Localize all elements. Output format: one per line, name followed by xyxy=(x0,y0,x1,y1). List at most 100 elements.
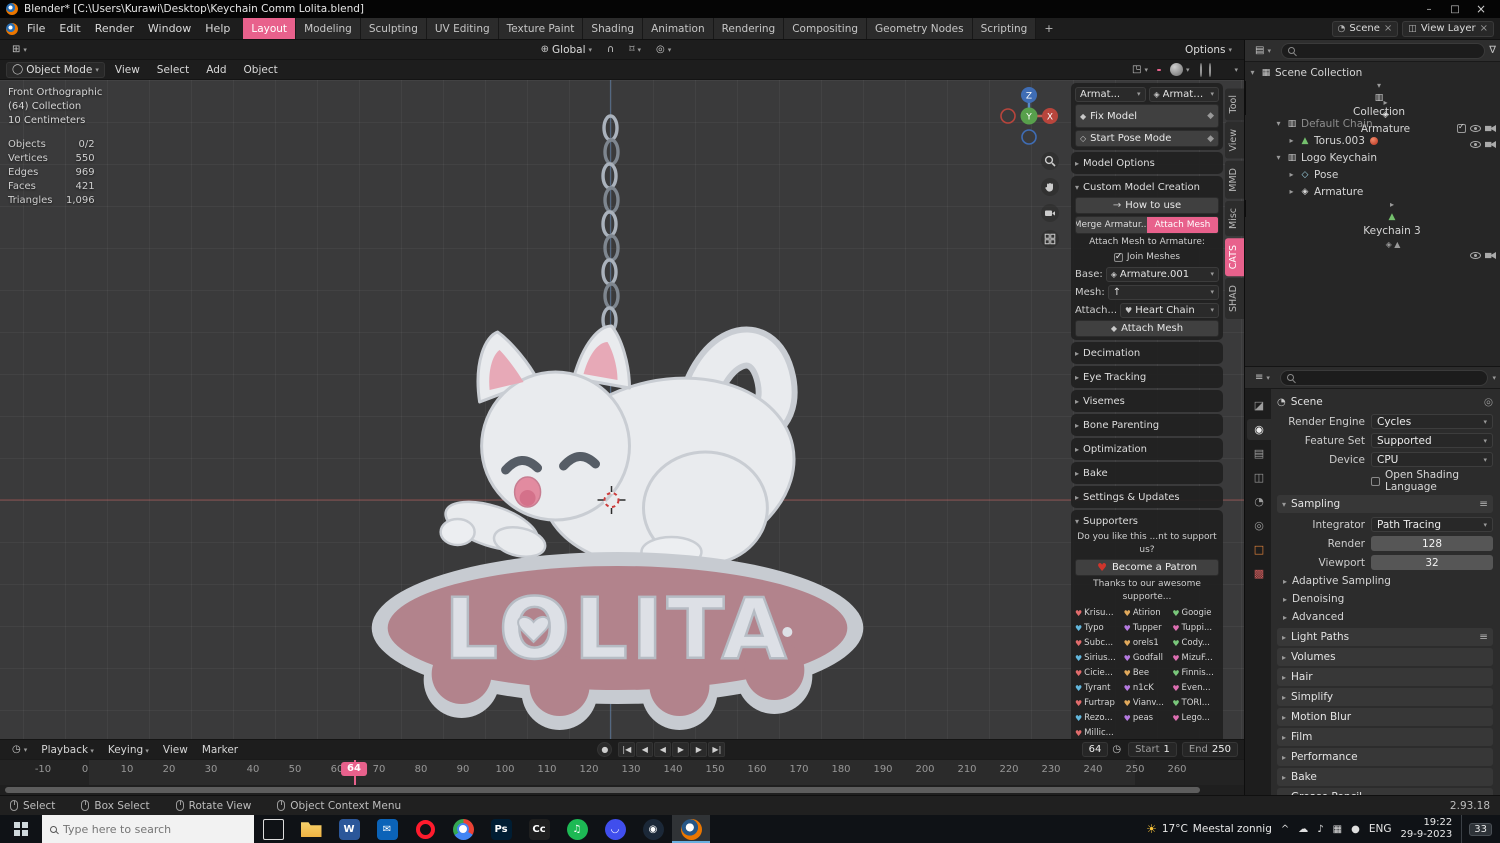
expand-arrow-icon[interactable] xyxy=(1388,200,1397,209)
outliner-row[interactable]: Keychain 3 ◈ ▲ xyxy=(1245,200,1500,259)
properties-section-header[interactable]: ▸Hair≡ xyxy=(1277,668,1493,686)
supporter-item[interactable]: ♥ Cicie... xyxy=(1075,666,1122,680)
workspace-tab[interactable]: Animation xyxy=(643,18,714,39)
taskbar-app-icon[interactable]: ✉ xyxy=(368,815,406,843)
taskbar-app-icon[interactable]: ♫ xyxy=(558,815,596,843)
viewport-menu[interactable]: Add xyxy=(199,60,233,79)
attach-mesh-button[interactable]: ◆ Attach Mesh xyxy=(1075,320,1219,337)
frame-start-field[interactable]: Start 1 xyxy=(1128,742,1177,757)
transport-button[interactable]: ▶ xyxy=(690,742,708,757)
shading-rendered-icon[interactable] xyxy=(1227,69,1231,71)
notification-center[interactable]: 33 xyxy=(1461,815,1492,843)
shading-solid-icon[interactable] xyxy=(1215,69,1219,71)
mode-dropdown[interactable]: ◯ Object Mode ▾ xyxy=(6,61,105,78)
snap-toggle[interactable]: ∩ xyxy=(601,42,620,58)
filter-icon[interactable]: ∇ xyxy=(1489,45,1496,56)
supporter-item[interactable]: ♥ Tuppi... xyxy=(1172,621,1219,635)
properties-section-header[interactable]: ▸Performance≡ xyxy=(1277,748,1493,766)
supporter-item[interactable]: ♥ Lego... xyxy=(1172,711,1219,725)
supporter-item[interactable]: ♥ n1cK xyxy=(1124,681,1171,695)
toggle-xray[interactable] xyxy=(1198,62,1204,77)
tray-icon[interactable]: ☁ xyxy=(1298,824,1308,835)
timeline-menu[interactable]: Playback xyxy=(35,744,100,756)
outliner-editor-type-button[interactable]: ▤ ▾ xyxy=(1249,43,1277,59)
minimize-button[interactable] xyxy=(1416,0,1442,18)
overlays-dropdown[interactable]: ▾ xyxy=(1164,62,1196,78)
close-button[interactable] xyxy=(1468,0,1494,18)
supporter-item[interactable]: ♥ Typo xyxy=(1075,621,1122,635)
cats-collapsed-section[interactable]: ▸ Eye Tracking xyxy=(1075,369,1219,385)
timeline-menu[interactable]: Keying xyxy=(102,744,155,756)
taskbar-app-icon[interactable] xyxy=(672,815,710,843)
viewport-samples-field[interactable]: 32 xyxy=(1371,555,1493,570)
supporter-item[interactable]: ♥ TORI... xyxy=(1172,696,1219,710)
model-options-section[interactable]: ▸ Model Options xyxy=(1075,155,1219,171)
supporter-item[interactable]: ♥ Tupper xyxy=(1124,621,1171,635)
shading-material-icon[interactable] xyxy=(1221,69,1225,71)
render-samples-field[interactable]: 128 xyxy=(1371,536,1493,551)
transport-button[interactable]: |◀ xyxy=(618,742,636,757)
expand-arrow-icon[interactable] xyxy=(1274,153,1283,162)
supporter-item[interactable]: ♥ Sirius... xyxy=(1075,651,1122,665)
supporter-item[interactable]: ♥ Furtrap xyxy=(1075,696,1122,710)
zoom-icon[interactable] xyxy=(1041,152,1059,170)
merge-armatures-tab[interactable]: Merge Armatur... xyxy=(1076,217,1147,233)
join-meshes-checkbox[interactable] xyxy=(1113,251,1123,264)
taskbar-search[interactable] xyxy=(42,815,254,843)
maximize-button[interactable] xyxy=(1442,0,1468,18)
cats-armature-dropdown[interactable]: ◈Armature.001▾ xyxy=(1148,86,1219,102)
outliner-search-input[interactable] xyxy=(1280,42,1486,59)
transport-button[interactable]: ▶ xyxy=(672,742,690,757)
view-layer-selector[interactable]: ◫ View Layer xyxy=(1402,20,1494,37)
properties-section-header[interactable]: ▸Film≡ xyxy=(1277,728,1493,746)
timeline-editor-type-button[interactable]: ◷ ▾ xyxy=(6,742,33,758)
viewport-menu[interactable]: Object xyxy=(237,60,285,79)
topbar-menu[interactable]: Render xyxy=(88,18,141,39)
workspace-tab[interactable]: UV Editing xyxy=(426,18,499,39)
topbar-menu[interactable]: Edit xyxy=(52,18,87,39)
workspace-tab[interactable]: Sculpting xyxy=(360,18,427,39)
properties-tab[interactable] xyxy=(1247,515,1271,536)
cats-collapsed-section[interactable]: ▸ Settings & Updates xyxy=(1075,489,1219,505)
outliner-row[interactable]: Armature xyxy=(1245,183,1500,200)
cat-model[interactable] xyxy=(439,324,812,589)
outliner-row[interactable]: Logo Keychain xyxy=(1245,149,1500,166)
supporter-item[interactable]: ♥ Rezo... xyxy=(1075,711,1122,725)
timeline-ruler[interactable]: -10 0 10 20 30 40 50 60 70 80 90 100 110 120 130 140 150… xyxy=(0,759,1244,785)
sidebar-tab[interactable]: View xyxy=(1225,122,1244,159)
workspace-tab[interactable]: Scripting xyxy=(972,18,1037,39)
properties-tab[interactable] xyxy=(1247,539,1271,560)
taskbar-app-icon[interactable]: W xyxy=(330,815,368,843)
supporter-item[interactable]: ♥ Bee xyxy=(1124,666,1171,680)
playhead-frame-badge[interactable]: 64 xyxy=(341,762,367,776)
supporter-item[interactable]: ♥ orels1 xyxy=(1124,636,1171,650)
supporter-item[interactable]: ♥ Subc... xyxy=(1075,636,1122,650)
viewport-3d[interactable]: LOLITA Front Orthographic (64) Collectio… xyxy=(0,80,1244,739)
sidebar-tab[interactable]: MMD xyxy=(1225,161,1244,199)
start-pose-mode-button[interactable]: ◇ Start Pose Mode ◆ xyxy=(1075,130,1219,147)
taskbar-app-icon[interactable]: ◉ xyxy=(634,815,672,843)
cats-collapsed-section[interactable]: ▸ Optimization xyxy=(1075,441,1219,457)
workspace-tab[interactable]: Shading xyxy=(583,18,644,39)
sidebar-tab[interactable]: Tool xyxy=(1225,88,1244,121)
supporter-item[interactable]: ♥ Atirion xyxy=(1124,606,1171,620)
timeline-menu[interactable]: View xyxy=(157,744,194,756)
workspace-tab[interactable]: Geometry Nodes xyxy=(867,18,973,39)
disable-render-icon[interactable] xyxy=(1485,141,1496,148)
navigation-gizmo[interactable]: Z X Y xyxy=(999,86,1059,146)
supporter-item[interactable]: ♥ peas xyxy=(1124,711,1171,725)
viewport-menu[interactable]: Select xyxy=(150,60,196,79)
auto-keying-toggle[interactable]: ● xyxy=(597,742,613,757)
sidebar-tab[interactable]: SHAD xyxy=(1225,277,1244,319)
hide-viewport-icon[interactable] xyxy=(1470,141,1481,148)
expand-arrow-icon[interactable] xyxy=(1274,119,1283,128)
add-workspace-button[interactable]: + xyxy=(1036,18,1061,39)
viewport-menu[interactable]: View xyxy=(108,60,147,79)
shading-dropdown-icon[interactable]: ▾ xyxy=(1234,66,1238,74)
expand-arrow-icon[interactable] xyxy=(1248,68,1257,77)
osl-checkbox[interactable] xyxy=(1371,476,1380,486)
attach-target-dropdown[interactable]: ♥ Heart Chain ▾ xyxy=(1120,302,1219,318)
custom-model-creation-section[interactable]: ▾ Custom Model Creation xyxy=(1075,179,1219,195)
fix-model-button[interactable]: ◆ Fix Model ◆ xyxy=(1075,104,1219,128)
device-dropdown[interactable]: CPU ▾ xyxy=(1371,452,1493,467)
